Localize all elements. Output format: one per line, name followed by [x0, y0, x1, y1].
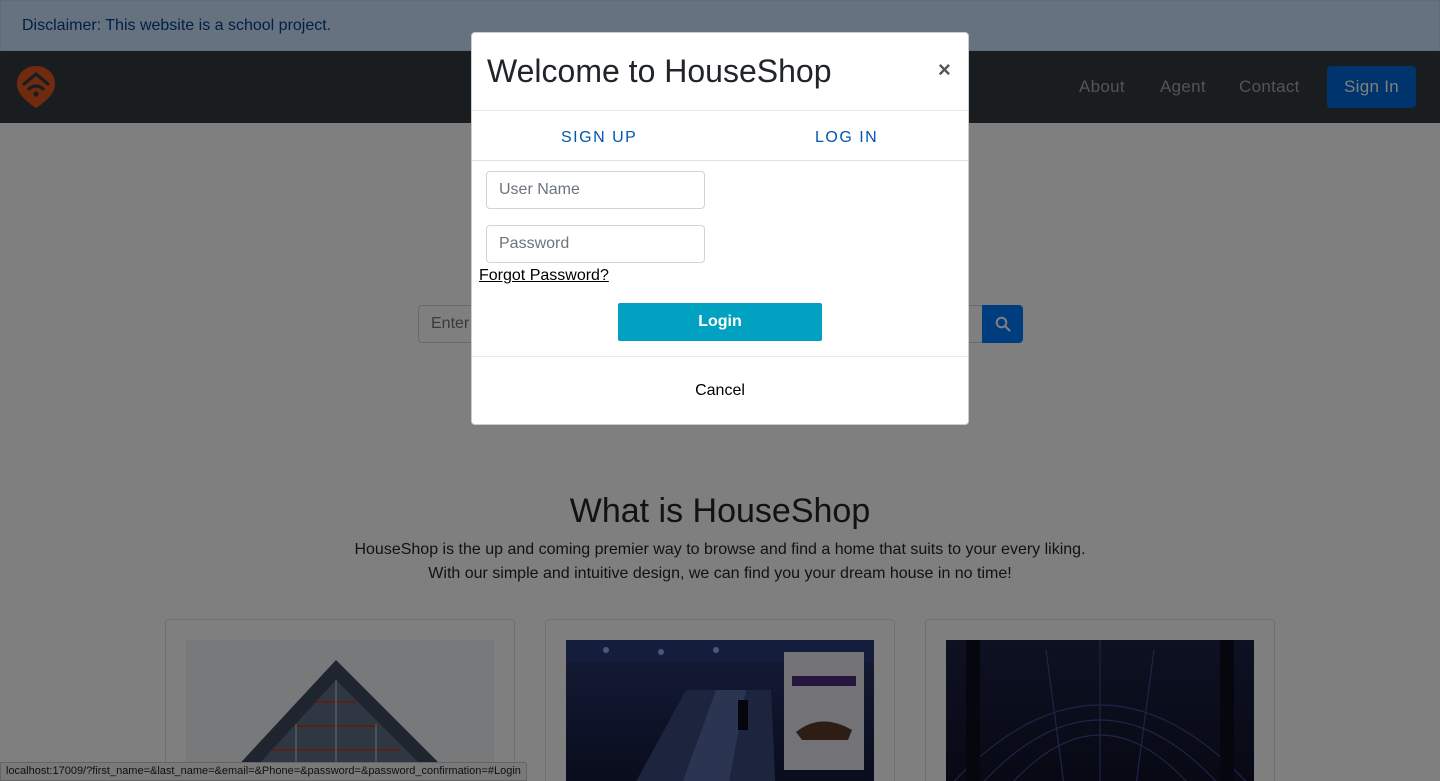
auth-tabs: SIGN UP LOG IN	[472, 111, 968, 161]
tab-log-in[interactable]: LOG IN	[815, 129, 878, 147]
login-modal: Welcome to HouseShop × SIGN UP LOG IN Fo…	[471, 32, 969, 425]
password-field[interactable]	[486, 225, 705, 263]
cancel-button[interactable]: Cancel	[472, 382, 968, 400]
login-button[interactable]: Login	[618, 303, 822, 341]
close-icon[interactable]: ×	[938, 59, 951, 81]
tab-sign-up[interactable]: SIGN UP	[561, 129, 637, 147]
forgot-password-link[interactable]: Forgot Password?	[479, 267, 609, 285]
modal-divider	[472, 356, 968, 357]
modal-title: Welcome to HouseShop	[487, 53, 832, 89]
username-field[interactable]	[486, 171, 705, 209]
modal-header: Welcome to HouseShop ×	[472, 33, 968, 111]
